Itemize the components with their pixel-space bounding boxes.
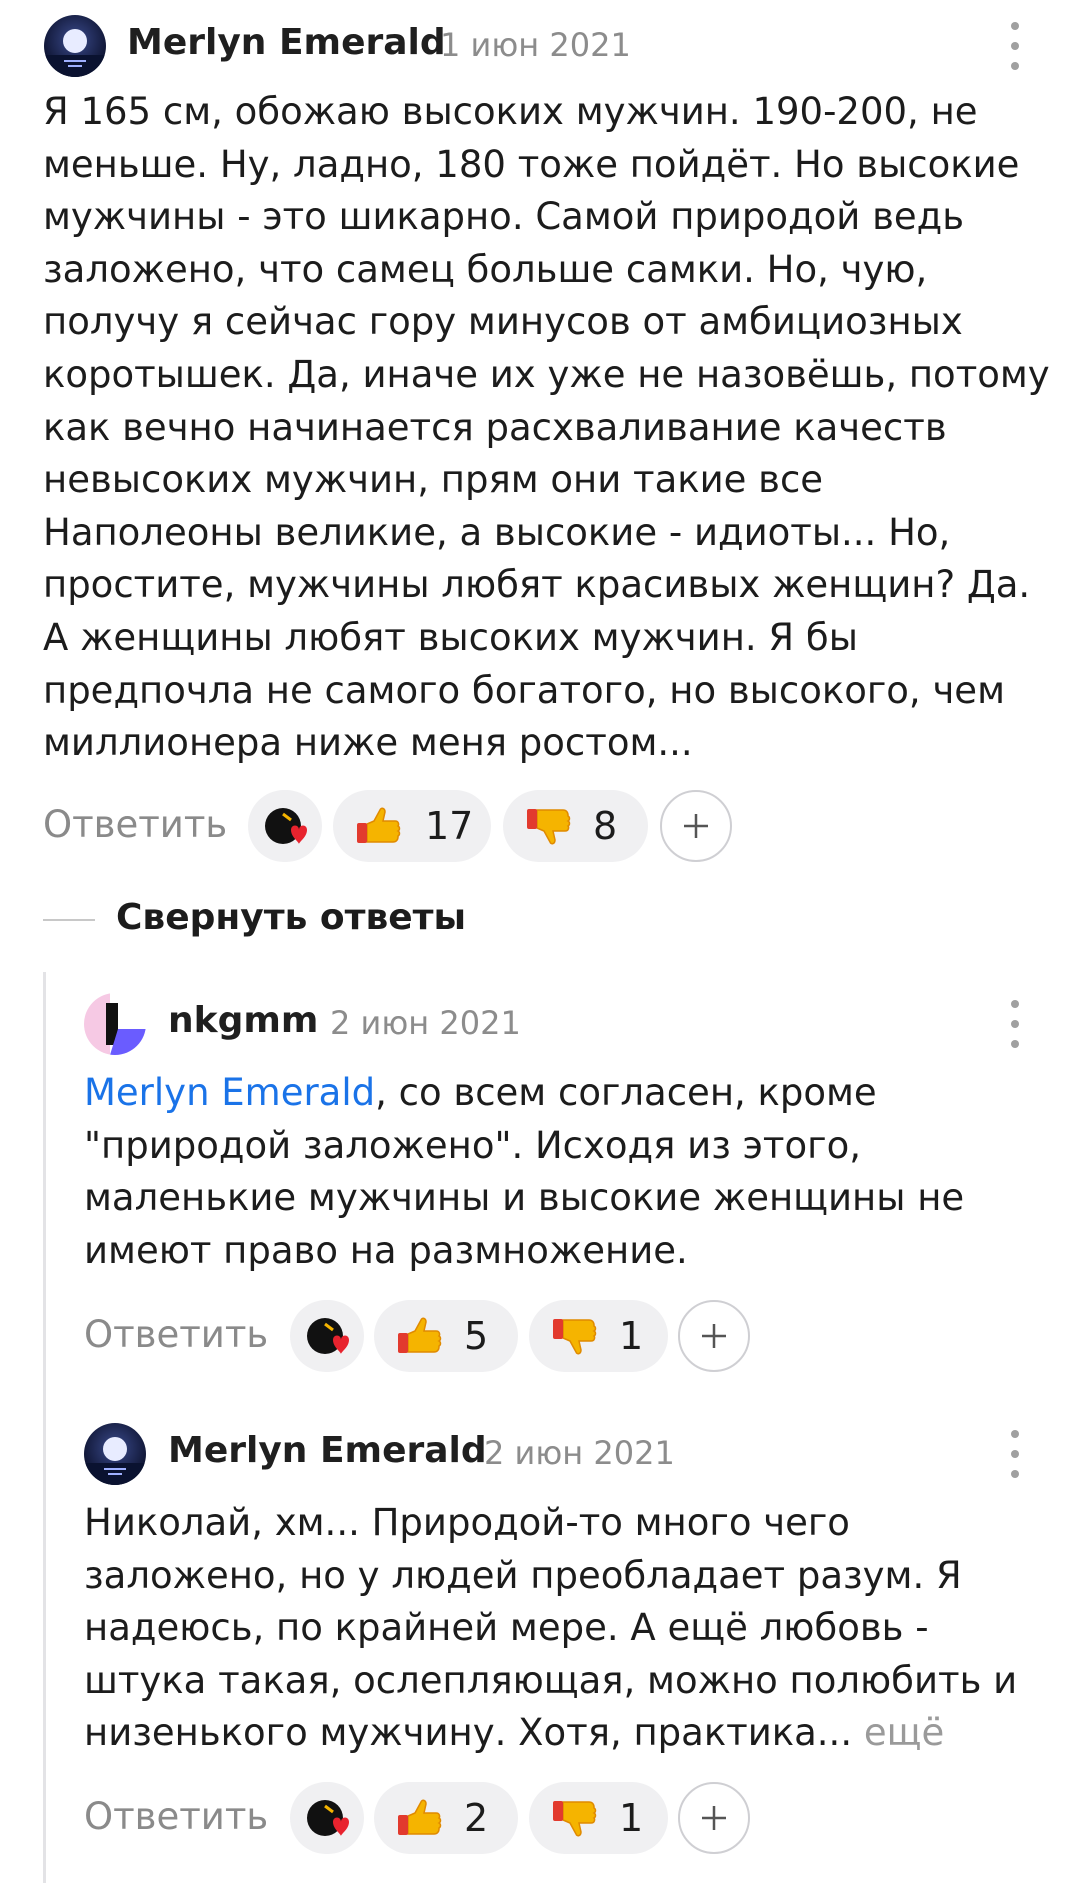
comment-text: Николай, хм... Природой-то много чего за…: [84, 1501, 1018, 1755]
thumbs-down-icon: [526, 808, 571, 845]
reply-button[interactable]: Ответить: [84, 1795, 268, 1838]
heart-reaction-icon: [305, 1316, 351, 1356]
plus-icon: [702, 1324, 726, 1348]
collapse-replies-button[interactable]: Свернуть ответы: [116, 897, 466, 938]
like-button[interactable]: 5: [374, 1300, 518, 1372]
reactions-summary[interactable]: [290, 1782, 364, 1854]
comment-author[interactable]: Merlyn Emerald: [168, 1430, 487, 1471]
comment-author[interactable]: Merlyn Emerald: [127, 22, 446, 63]
comment-text: Merlyn Emerald, со всем согласен, кроме …: [84, 1071, 965, 1272]
dislike-button[interactable]: 1: [529, 1782, 668, 1854]
heart-reaction-icon: [263, 806, 309, 846]
comment-date: 2 июн 2021: [484, 1434, 675, 1472]
like-count: 17: [425, 804, 474, 848]
thumbs-down-icon: [552, 1800, 597, 1837]
dislike-count: 1: [619, 1796, 644, 1840]
thumbs-up-icon: [397, 1799, 442, 1836]
add-reaction-button[interactable]: [678, 1300, 750, 1372]
reactions-summary[interactable]: [290, 1300, 364, 1372]
add-reaction-button[interactable]: [660, 790, 732, 862]
comment-author[interactable]: nkgmm: [168, 1000, 318, 1041]
more-vertical-icon[interactable]: [1005, 22, 1025, 70]
thumbs-down-icon: [552, 1318, 597, 1355]
like-button[interactable]: 2: [374, 1782, 518, 1854]
dislike-count: 8: [593, 804, 618, 848]
reactions-summary[interactable]: [248, 790, 322, 862]
more-vertical-icon[interactable]: [1005, 1000, 1025, 1048]
thumbs-up-icon: [397, 1317, 442, 1354]
author-avatar[interactable]: [44, 15, 106, 77]
dislike-count: 1: [619, 1314, 644, 1358]
moon-night-avatar: [84, 1423, 146, 1485]
plus-icon: [702, 1806, 726, 1830]
plus-icon: [684, 814, 708, 838]
author-avatar[interactable]: [84, 1423, 146, 1485]
abstract-avatar: [84, 993, 146, 1055]
reply-button[interactable]: Ответить: [43, 803, 227, 846]
comment-date: 2 июн 2021: [330, 1004, 521, 1042]
more-vertical-icon[interactable]: [1005, 1430, 1025, 1478]
reply-button[interactable]: Ответить: [84, 1313, 268, 1356]
moon-night-avatar: [44, 15, 106, 77]
dislike-button[interactable]: 8: [503, 790, 648, 862]
like-count: 5: [464, 1314, 489, 1358]
like-button[interactable]: 17: [333, 790, 491, 862]
comment-date: 1 июн 2021: [440, 26, 631, 64]
add-reaction-button[interactable]: [678, 1782, 750, 1854]
heart-reaction-icon: [305, 1798, 351, 1838]
user-mention-link[interactable]: Merlyn Emerald: [84, 1071, 375, 1114]
comment-text: Я 165 см, обожаю высоких мужчин. 190-200…: [43, 90, 1050, 765]
author-avatar[interactable]: [84, 993, 146, 1055]
collapse-divider: [43, 919, 95, 921]
thumbs-up-icon: [356, 807, 401, 844]
dislike-button[interactable]: 1: [529, 1300, 668, 1372]
thread-line: [43, 972, 46, 1883]
show-more-link[interactable]: ещё: [864, 1711, 944, 1754]
like-count: 2: [464, 1796, 489, 1840]
